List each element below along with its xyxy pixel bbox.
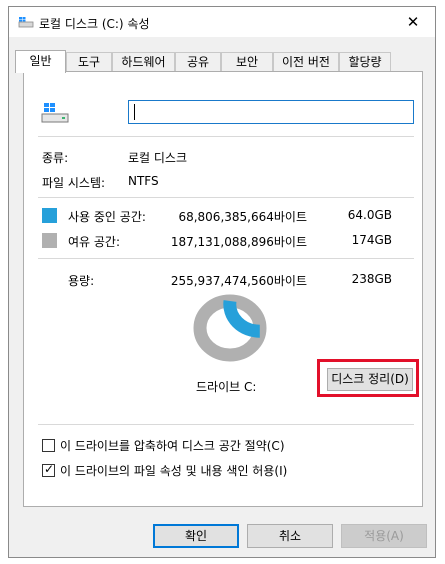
tab-general[interactable]: 일반 <box>15 50 66 73</box>
filesystem-value: NTFS <box>128 174 159 188</box>
apply-button[interactable]: 적용(A) <box>341 524 427 548</box>
separator <box>38 424 414 425</box>
tab-quota[interactable]: 할당량 <box>339 52 391 72</box>
separator <box>38 136 414 137</box>
windows-drive-icon <box>41 103 69 123</box>
tab-tools[interactable]: 도구 <box>66 52 112 72</box>
properties-window: 로컬 디스크 (C:) 속성 ✕ 일반 도구 하드웨어 공유 보안 이전 버전 … <box>8 6 436 558</box>
free-space-size: 174GB <box>351 233 392 247</box>
drive-name-input[interactable] <box>128 100 414 124</box>
type-value: 로컬 디스크 <box>128 151 188 165</box>
tab-sharing[interactable]: 공유 <box>175 52 221 72</box>
window-title: 로컬 디스크 (C:) 속성 <box>39 17 150 31</box>
tab-previous-versions[interactable]: 이전 버전 <box>273 52 339 72</box>
cancel-button[interactable]: 취소 <box>247 524 333 548</box>
ok-button[interactable]: 확인 <box>153 524 239 548</box>
compress-checkbox-label[interactable]: 이 드라이브를 압축하여 디스크 공간 절약(C) <box>60 437 285 454</box>
used-space-bytes: 68,806,385,664바이트 <box>178 210 307 224</box>
tab-hardware[interactable]: 하드웨어 <box>112 52 175 72</box>
compress-checkbox[interactable] <box>42 439 55 452</box>
used-space-swatch <box>42 208 57 223</box>
type-label: 종류: <box>42 151 69 165</box>
used-space-label: 사용 중인 공간: <box>68 210 146 224</box>
drive-label: 드라이브 C: <box>196 380 257 394</box>
filesystem-label: 파일 시스템: <box>42 176 106 190</box>
free-space-label: 여유 공간: <box>68 235 121 249</box>
free-space-swatch <box>42 233 57 248</box>
drive-icon <box>18 17 34 28</box>
separator <box>38 197 414 198</box>
capacity-label: 용량: <box>68 274 95 288</box>
general-panel: 종류: 로컬 디스크 파일 시스템: NTFS 사용 중인 공간: 68,806… <box>23 71 423 507</box>
disk-usage-donut <box>193 294 267 362</box>
capacity-bytes: 255,937,474,560바이트 <box>170 274 307 288</box>
checkmark-icon: ✓ <box>44 462 55 476</box>
close-button[interactable]: ✕ <box>391 7 435 37</box>
separator <box>38 258 414 259</box>
disk-cleanup-button[interactable]: 디스크 정리(D) <box>327 368 413 391</box>
index-checkbox-label[interactable]: 이 드라이브의 파일 속성 및 내용 색인 허용(I) <box>60 462 287 479</box>
capacity-size: 238GB <box>351 272 392 286</box>
free-space-bytes: 187,131,088,896바이트 <box>170 235 307 249</box>
index-checkbox[interactable]: ✓ <box>42 462 55 477</box>
text-caret <box>134 104 135 120</box>
title-bar: 로컬 디스크 (C:) 속성 ✕ <box>9 7 435 37</box>
used-space-size: 64.0GB <box>347 208 392 222</box>
close-icon: ✕ <box>406 13 420 31</box>
tab-security[interactable]: 보안 <box>221 52 273 72</box>
